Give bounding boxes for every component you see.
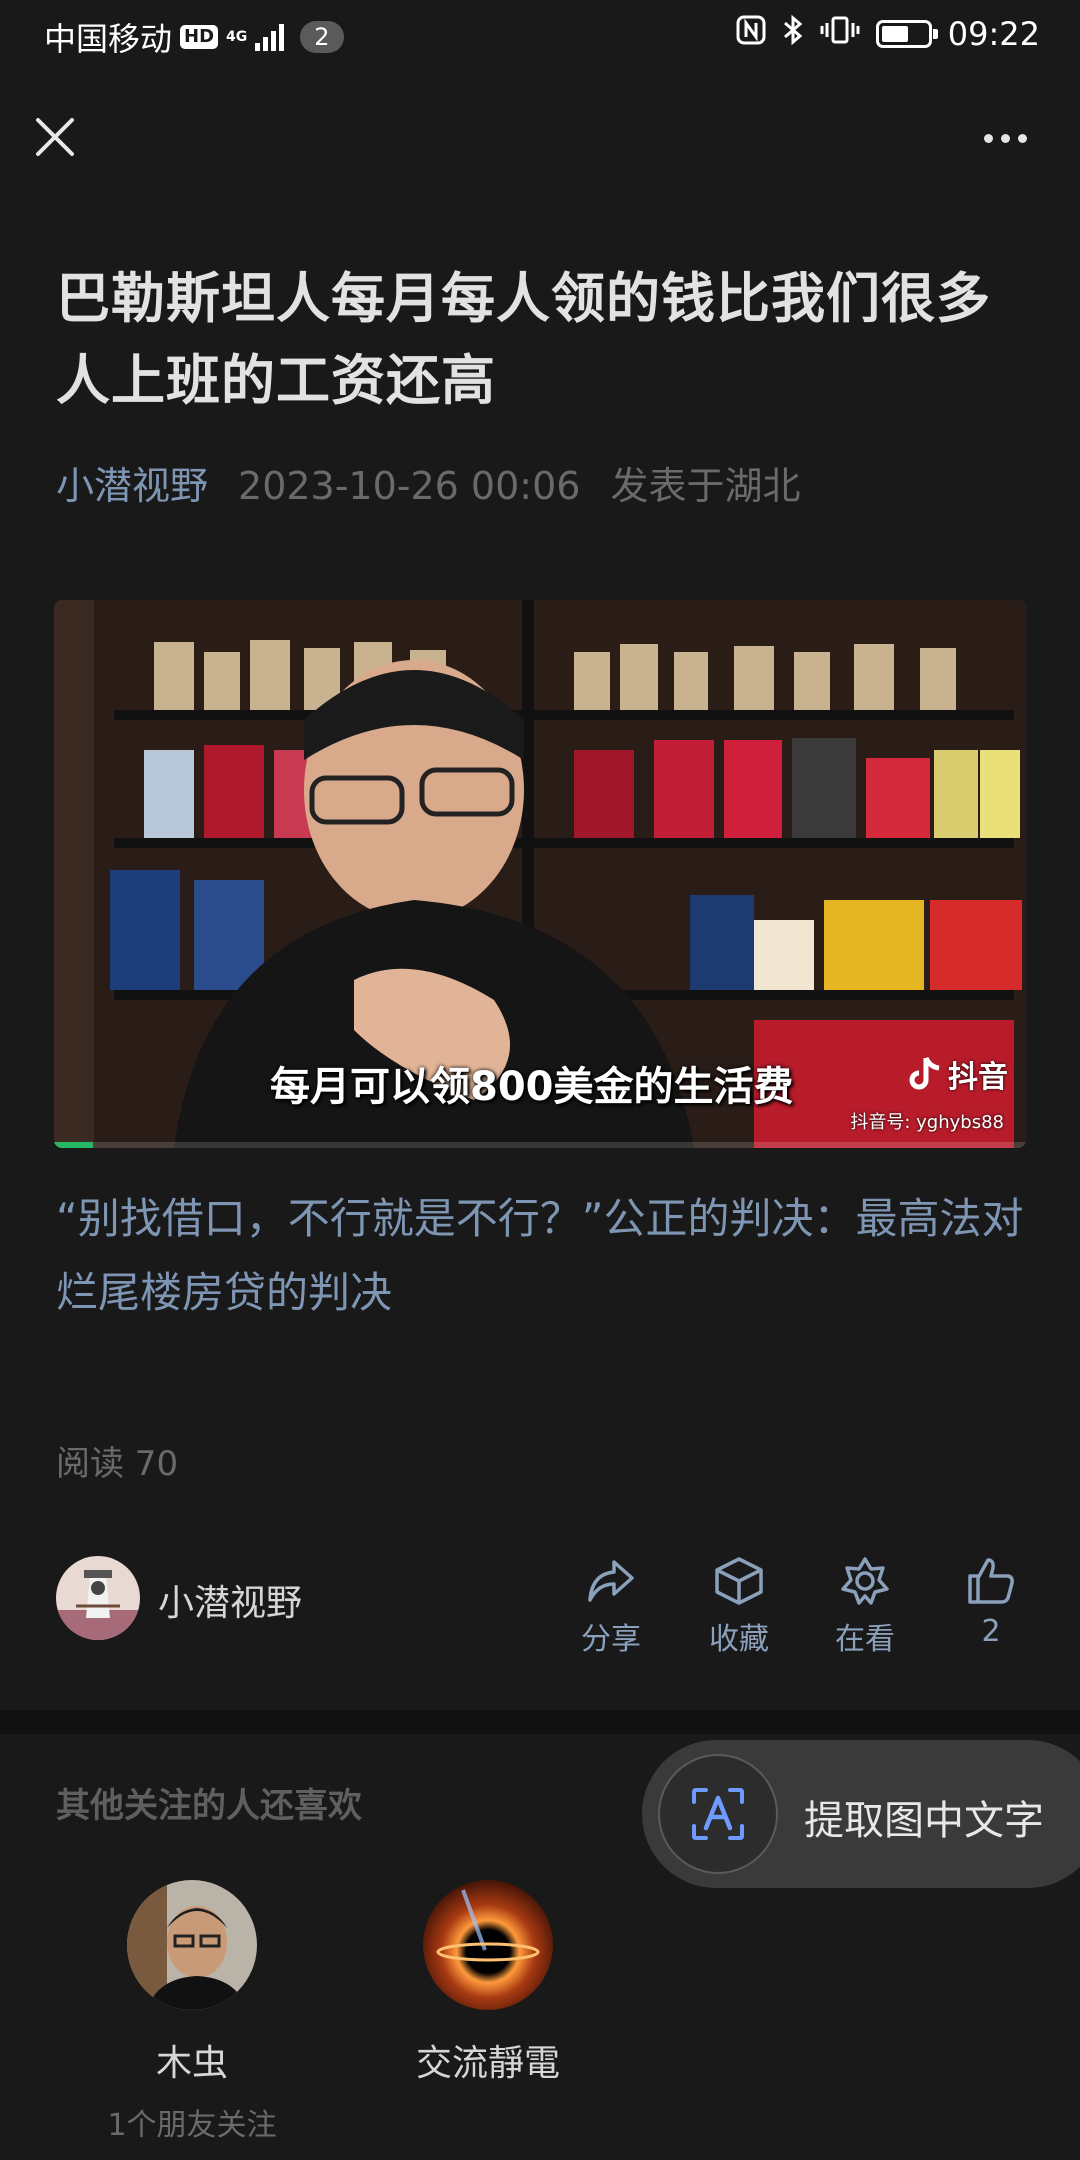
article-meta: 小潜视野 2023-10-26 00:06 发表于湖北	[56, 460, 800, 512]
author-avatar[interactable]	[56, 1556, 140, 1640]
collect-button[interactable]: 收藏	[694, 1556, 784, 1658]
like-button[interactable]: 2	[946, 1556, 1036, 1649]
recommend-user-card[interactable]: 木虫 1个朋友关注	[82, 1880, 302, 2144]
status-right: 09:22	[736, 14, 1040, 54]
signal-icon	[255, 23, 285, 51]
carrier-label: 中国移动	[44, 20, 173, 58]
douyin-label: 抖音	[948, 1060, 1008, 1095]
extract-text-button[interactable]: 提取图中文字	[642, 1740, 1080, 1888]
close-button[interactable]	[30, 112, 80, 162]
recommend-user-followers: 1个朋友关注	[107, 2108, 277, 2143]
text-recognition-icon	[692, 1788, 744, 1840]
douyin-account: 抖音号: yghybs88	[850, 1112, 1004, 1133]
notification-count-badge: 2	[300, 21, 344, 53]
recommend-section-title: 其他关注的人还喜欢	[56, 1786, 362, 1826]
share-icon	[588, 1560, 634, 1602]
nfc-icon	[736, 15, 766, 53]
recommend-user-card[interactable]: 交流靜電	[378, 1880, 598, 2100]
wow-button[interactable]: 在看	[820, 1556, 910, 1658]
collect-label: 收藏	[709, 1622, 769, 1657]
clock: 09:22	[947, 15, 1040, 53]
extract-text-label: 提取图中文字	[804, 1798, 1044, 1844]
battery-icon	[875, 20, 938, 48]
share-label: 分享	[581, 1622, 641, 1657]
recommend-user-name: 交流靜電	[415, 2043, 560, 2084]
video-progress-fill	[54, 1142, 93, 1148]
vibrate-icon	[820, 15, 860, 53]
publish-date: 2023-10-26 00:06	[238, 464, 581, 508]
related-article-link[interactable]: “别找借口，不行就是不行？”公正的判决：最高法对烂尾楼房贷的判决	[56, 1182, 1036, 1330]
video-subtitle: 每月可以领800美金的生活费	[270, 1064, 794, 1110]
share-button[interactable]: 分享	[566, 1556, 656, 1658]
author-action-bar: 小潜视野 分享 收藏 在看 2	[56, 1556, 1036, 1657]
more-dot	[1017, 133, 1027, 143]
author-link[interactable]: 小潜视野	[56, 460, 208, 512]
section-divider	[0, 1710, 1080, 1734]
author-name[interactable]: 小潜视野	[158, 1574, 302, 1626]
video-player[interactable]: 每月可以领800美金的生活费 抖音 抖音号: yghybs88	[54, 600, 1026, 1148]
more-dot	[1000, 133, 1010, 143]
hd-badge: HD	[180, 25, 219, 49]
extract-text-icon-wrap	[658, 1754, 778, 1874]
recommend-user-avatar	[127, 1880, 257, 2010]
more-dot	[983, 133, 993, 143]
douyin-icon	[909, 1056, 940, 1090]
bluetooth-icon	[782, 14, 804, 54]
recommend-user-name: 木虫	[155, 2043, 228, 2084]
like-icon	[968, 1558, 1014, 1604]
more-button[interactable]	[970, 118, 1040, 158]
close-icon	[36, 118, 74, 156]
network-type: 4G	[226, 29, 248, 45]
wow-label: 在看	[835, 1622, 895, 1657]
status-left: 中国移动 HD 4G 2	[44, 14, 344, 60]
screen: 中国移动 HD 4G 2 09:22 巴勒斯坦人每月每人领的钱比我们很多人上班的…	[0, 0, 1080, 2160]
recommend-user-avatar	[423, 1880, 553, 2010]
wow-icon	[841, 1557, 889, 1605]
status-bar: 中国移动 HD 4G 2 09:22	[0, 0, 1080, 72]
read-count: 阅读 70	[56, 1444, 179, 1484]
article-title: 巴勒斯坦人每月每人领的钱比我们很多人上班的工资还高	[56, 267, 991, 412]
like-count: 2	[981, 1614, 1001, 1649]
douyin-watermark: 抖音	[908, 1052, 1008, 1096]
collect-icon	[715, 1557, 763, 1605]
publish-location: 发表于湖北	[610, 464, 801, 508]
